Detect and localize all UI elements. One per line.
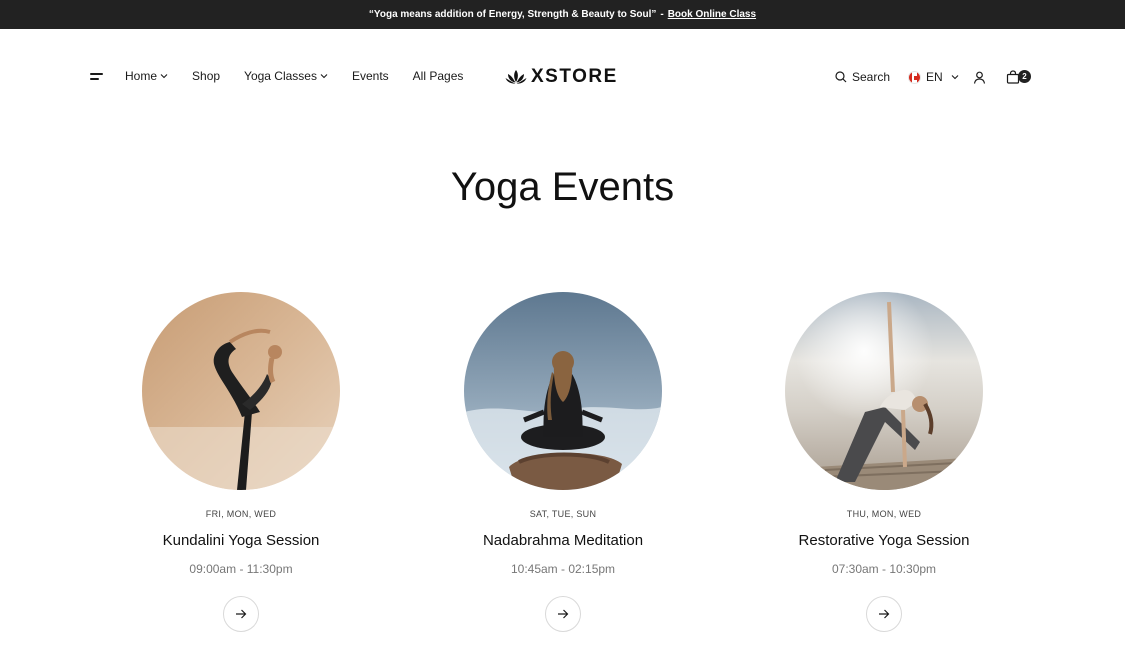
announcement-quote: “Yoga means addition of Energy, Strength… — [368, 9, 657, 20]
arrow-right-icon — [558, 609, 569, 619]
event-days: SAT, TUE, SUN — [529, 509, 597, 519]
nav-item-label: Events — [351, 69, 389, 83]
event-card: FRI, MON, WED Kundalini Yoga Session 09:… — [121, 292, 361, 632]
menu-icon[interactable] — [90, 72, 104, 82]
event-name[interactable]: Kundalini Yoga Session — [121, 532, 361, 549]
nav-item-events[interactable]: Events — [352, 69, 389, 83]
cart-button[interactable]: 2 — [1006, 67, 1031, 87]
canada-flag-icon — [908, 70, 921, 84]
event-image[interactable] — [785, 292, 983, 490]
chevron-down-icon — [951, 75, 959, 80]
language-code: EN — [926, 70, 943, 84]
nav-item-label: Home — [125, 69, 158, 83]
main-nav: Home Shop Yoga Classes Events All Pages — [125, 69, 487, 83]
user-icon — [973, 71, 986, 84]
announcement-bar: “Yoga means addition of Energy, Strength… — [0, 0, 1125, 29]
event-card: SAT, TUE, SUN Nadabrahma Meditation 10:4… — [443, 292, 683, 632]
nav-item-yoga-classes[interactable]: Yoga Classes — [244, 69, 328, 83]
search-label: Search — [852, 70, 891, 84]
event-days: FRI, MON, WED — [205, 509, 277, 519]
logo-text: XSTORE — [531, 66, 618, 87]
event-card: THU, MON, WED Restorative Yoga Session 0… — [764, 292, 1004, 632]
event-time: 07:30am - 10:30pm — [831, 562, 937, 576]
site-header: Home Shop Yoga Classes Events All Pages … — [0, 29, 1125, 125]
event-name[interactable]: Nadabrahma Meditation — [443, 532, 683, 549]
chevron-down-icon — [320, 74, 328, 79]
event-days: THU, MON, WED — [846, 509, 922, 519]
chevron-down-icon — [160, 74, 168, 79]
event-arrow-button[interactable] — [223, 596, 259, 632]
arrow-right-icon — [236, 609, 247, 619]
lotus-icon — [505, 70, 527, 84]
announcement-separator: - — [660, 9, 664, 20]
account-button[interactable] — [973, 67, 986, 87]
cart-count-badge: 2 — [1018, 69, 1031, 83]
event-arrow-button[interactable] — [545, 596, 581, 632]
nav-item-shop[interactable]: Shop — [192, 69, 220, 83]
page-title: Yoga Events — [450, 165, 675, 209]
site-logo[interactable]: XSTORE — [505, 66, 618, 88]
book-online-class-link[interactable]: Book Online Class — [668, 9, 756, 20]
event-time: 09:00am - 11:30pm — [189, 562, 293, 576]
event-arrow-button[interactable] — [866, 596, 902, 632]
event-image[interactable] — [464, 292, 662, 490]
language-selector[interactable]: EN — [908, 67, 959, 87]
event-name[interactable]: Restorative Yoga Session — [764, 532, 1004, 549]
search-icon — [835, 71, 847, 83]
nav-item-all-pages[interactable]: All Pages — [413, 69, 464, 83]
search-button[interactable]: Search — [835, 67, 890, 87]
nav-item-home[interactable]: Home — [125, 69, 168, 83]
arrow-right-icon — [879, 609, 890, 619]
nav-item-label: Shop — [192, 69, 221, 83]
nav-item-label: All Pages — [412, 69, 464, 83]
nav-item-label: Yoga Classes — [244, 69, 317, 83]
event-image[interactable] — [142, 292, 340, 490]
event-time: 10:45am - 02:15pm — [510, 562, 616, 576]
